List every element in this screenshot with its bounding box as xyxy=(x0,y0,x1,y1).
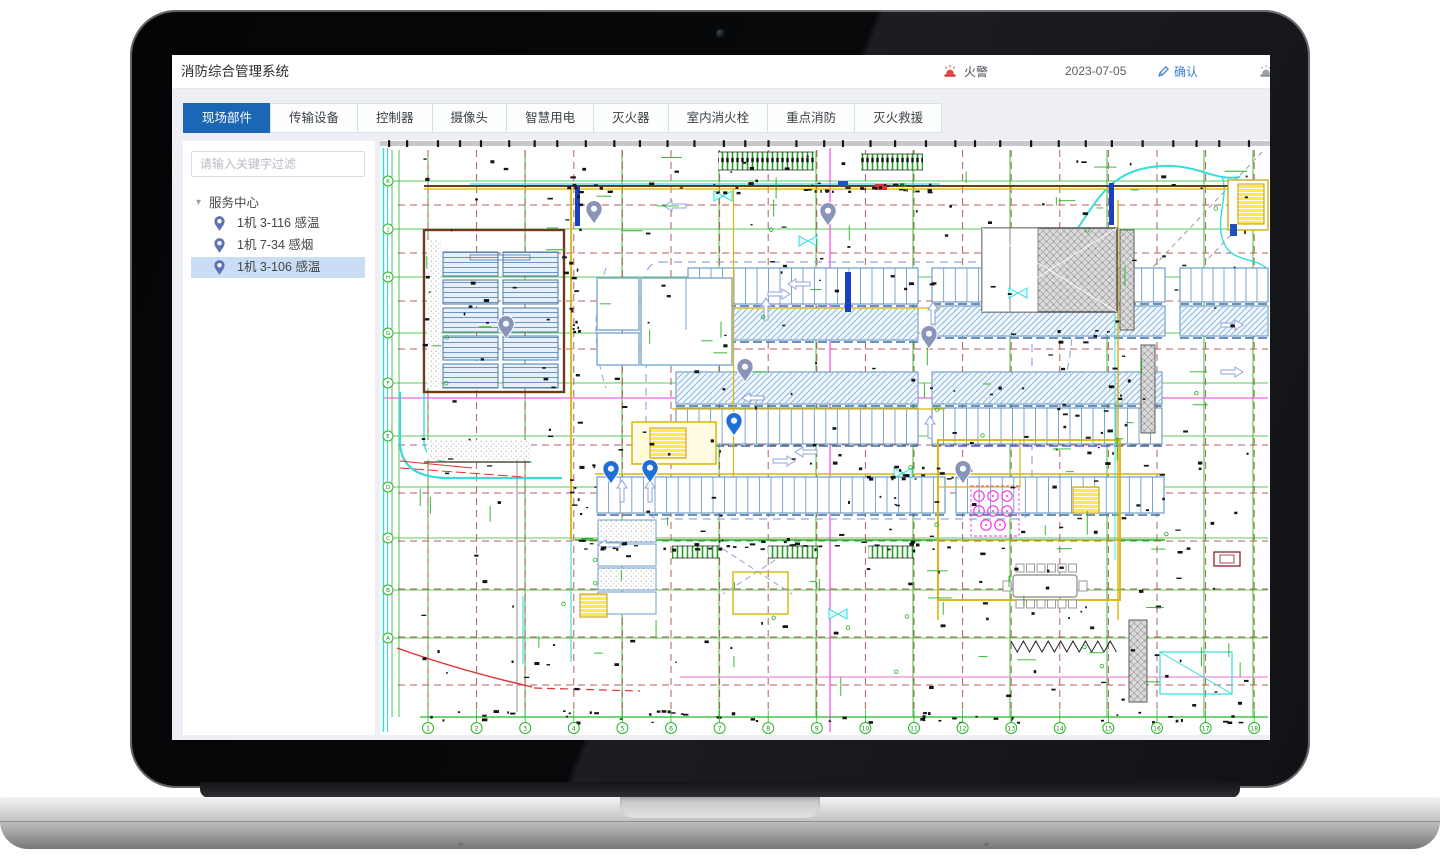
svg-text:9: 9 xyxy=(815,726,819,733)
svg-text:3: 3 xyxy=(523,726,527,733)
svg-text:12: 12 xyxy=(959,726,967,733)
tab-smart-power[interactable]: 智慧用电 xyxy=(506,103,594,133)
svg-text:18: 18 xyxy=(1250,726,1258,733)
fire-alarm-indicator[interactable]: 火警 xyxy=(942,55,988,88)
siren-icon xyxy=(942,64,958,79)
tree-root-label: 服务中心 xyxy=(209,196,259,210)
svg-text:15: 15 xyxy=(1105,726,1113,733)
svg-text:11: 11 xyxy=(910,726,918,733)
svg-text:D: D xyxy=(386,485,390,491)
svg-text:J: J xyxy=(386,227,389,233)
laptop-base-bottom xyxy=(0,821,1440,849)
confirm-label: 确认 xyxy=(1174,63,1198,80)
svg-text:E: E xyxy=(386,434,390,440)
svg-text:8: 8 xyxy=(766,726,770,733)
tree-item-device-2[interactable]: 1机 7-34 感烟 xyxy=(191,235,365,256)
device-tree: 1机 3-116 感温 1机 7-34 感烟 1机 3-106 感温 xyxy=(183,213,375,279)
tab-extinguishers[interactable]: 灭火器 xyxy=(593,103,669,133)
svg-text:5: 5 xyxy=(620,726,624,733)
laptop-foot xyxy=(984,843,989,846)
tree-item-device-3[interactable]: 1机 3-106 感温 xyxy=(191,257,365,278)
screen: 消防综合管理系统 火警 2023-07-05 确认 xyxy=(172,55,1270,740)
laptop-hinge xyxy=(200,782,1240,798)
svg-text:C: C xyxy=(386,536,390,542)
pen-icon xyxy=(1157,65,1170,78)
tab-transmission-devices[interactable]: 传输设备 xyxy=(270,103,358,133)
svg-text:14: 14 xyxy=(1056,726,1064,733)
filter-input[interactable] xyxy=(191,151,365,177)
status-date: 2023-07-05 xyxy=(1065,55,1126,88)
tab-cameras[interactable]: 摄像头 xyxy=(432,103,508,133)
laptop-mockup: 消防综合管理系统 火警 2023-07-05 确认 xyxy=(0,0,1440,860)
svg-text:B: B xyxy=(386,588,390,594)
svg-text:4: 4 xyxy=(572,726,576,733)
svg-text:16: 16 xyxy=(1153,726,1161,733)
tree-item-device-1[interactable]: 1机 3-116 感温 xyxy=(191,213,365,234)
svg-text:13: 13 xyxy=(1007,726,1015,733)
device-label: 1机 3-106 感温 xyxy=(237,260,320,274)
svg-text:G: G xyxy=(386,331,390,337)
siren-icon-secondary xyxy=(1258,64,1270,79)
svg-text:17: 17 xyxy=(1202,726,1210,733)
svg-text:10: 10 xyxy=(862,726,870,733)
svg-text:7: 7 xyxy=(718,726,722,733)
laptop-lid-notch xyxy=(620,797,820,818)
tab-field-components[interactable]: 现场部件 xyxy=(183,103,271,133)
tab-controllers[interactable]: 控制器 xyxy=(357,103,433,133)
device-label: 1机 3-116 感温 xyxy=(237,216,319,230)
location-pin-icon xyxy=(213,259,226,276)
device-label: 1机 7-34 感烟 xyxy=(237,238,313,252)
svg-text:F: F xyxy=(386,381,389,387)
floor-plan-viewport[interactable]: KJHGFEDCBA123456789101112131415161718 xyxy=(380,140,1270,735)
tab-indoor-hydrants[interactable]: 室内消火栓 xyxy=(668,103,769,133)
tab-key-fire-protection[interactable]: 重点消防 xyxy=(767,103,855,133)
tab-bar: 现场部件 传输设备 控制器 摄像头 智慧用电 灭火器 室内消火栓 重点消防 灭火… xyxy=(183,103,942,133)
svg-text:1: 1 xyxy=(426,726,430,733)
laptop-foot xyxy=(458,843,463,846)
tab-fire-rescue[interactable]: 灭火救援 xyxy=(854,103,942,133)
svg-text:6: 6 xyxy=(669,726,673,733)
floor-plan-svg[interactable]: KJHGFEDCBA123456789101112131415161718 xyxy=(380,140,1270,735)
svg-text:2: 2 xyxy=(475,726,479,733)
sidebar-panel: ▾ 服务中心 1机 3-116 感温 1机 7-34 感烟 xyxy=(183,141,375,735)
fire-alarm-label: 火警 xyxy=(964,63,988,80)
svg-text:K: K xyxy=(386,179,390,185)
laptop-camera-icon xyxy=(716,29,725,38)
caret-down-icon: ▾ xyxy=(196,193,201,213)
svg-text:A: A xyxy=(386,636,390,642)
tree-root-service-center[interactable]: ▾ 服务中心 xyxy=(183,193,375,213)
app-header: 消防综合管理系统 火警 2023-07-05 确认 xyxy=(172,55,1270,89)
location-pin-icon xyxy=(213,215,226,232)
location-pin-icon xyxy=(213,237,226,254)
app-title: 消防综合管理系统 xyxy=(181,55,289,88)
svg-text:H: H xyxy=(386,275,390,281)
confirm-button[interactable]: 确认 xyxy=(1157,55,1198,88)
